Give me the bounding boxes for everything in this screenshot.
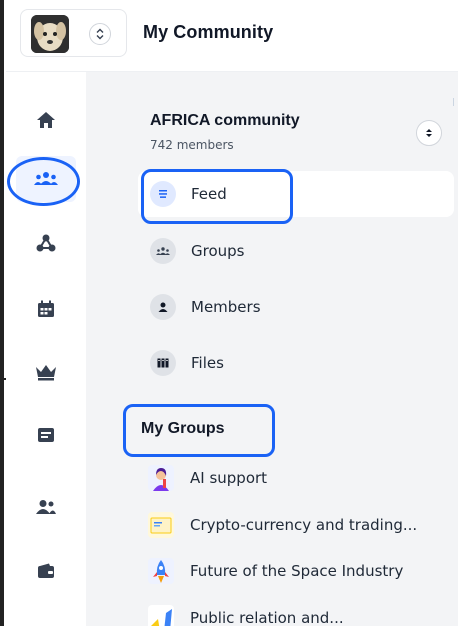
community-panel: AFRICA community 742 members Feed Groups… [86,72,458,626]
nav-label-files: Files [191,354,224,372]
member-icon [150,294,176,320]
page-title: My Community [143,22,274,42]
users-icon[interactable] [34,495,58,519]
network-icon[interactable] [34,231,58,255]
crown-icon[interactable] [34,360,58,384]
inbox-icon[interactable] [34,423,58,447]
community-name: AFRICA community [150,112,300,129]
community-switch-button[interactable] [416,120,442,146]
feed-highlight-box [141,169,293,224]
group-label-crypto: Crypto-currency and trading... [190,516,418,534]
nav-item-members[interactable]: Members [138,284,454,330]
files-icon [150,350,176,376]
nav-item-files[interactable]: Files [138,340,454,386]
pr-icon [148,605,174,626]
chevron-up-down-icon[interactable] [89,23,111,45]
calendar-icon[interactable] [34,297,58,321]
rail-highlight-ring [7,157,80,206]
window-edge [0,0,4,626]
community-member-count: 742 members [150,138,234,152]
nav-item-groups[interactable]: Groups [138,228,454,274]
group-item-public-relation[interactable]: Public relation and... [148,598,448,626]
group-label-space-industry: Future of the Space Industry [190,562,404,580]
group-label-ai-support: AI support [190,469,268,487]
nav-label-groups: Groups [191,242,245,260]
group-label-public-relation: Public relation and... [190,609,344,626]
nav-label-members: Members [191,298,261,316]
my-groups-highlight-box [123,404,275,457]
group-item-space-industry[interactable]: Future of the Space Industry [148,551,448,591]
document-icon [148,512,174,538]
top-bar: My Community [6,0,458,72]
group-item-crypto[interactable]: Crypto-currency and trading... [148,505,448,545]
wallet-icon[interactable] [34,559,58,583]
dog-avatar[interactable] [31,15,69,53]
rocket-icon [148,558,174,584]
groups-icon [150,238,176,264]
scroll-indicator[interactable] [453,98,457,106]
account-switcher[interactable] [20,9,127,57]
group-item-ai-support[interactable]: AI support [148,458,448,498]
home-icon[interactable] [34,108,58,132]
icon-rail [6,72,86,626]
ai-avatar-icon [148,465,174,491]
